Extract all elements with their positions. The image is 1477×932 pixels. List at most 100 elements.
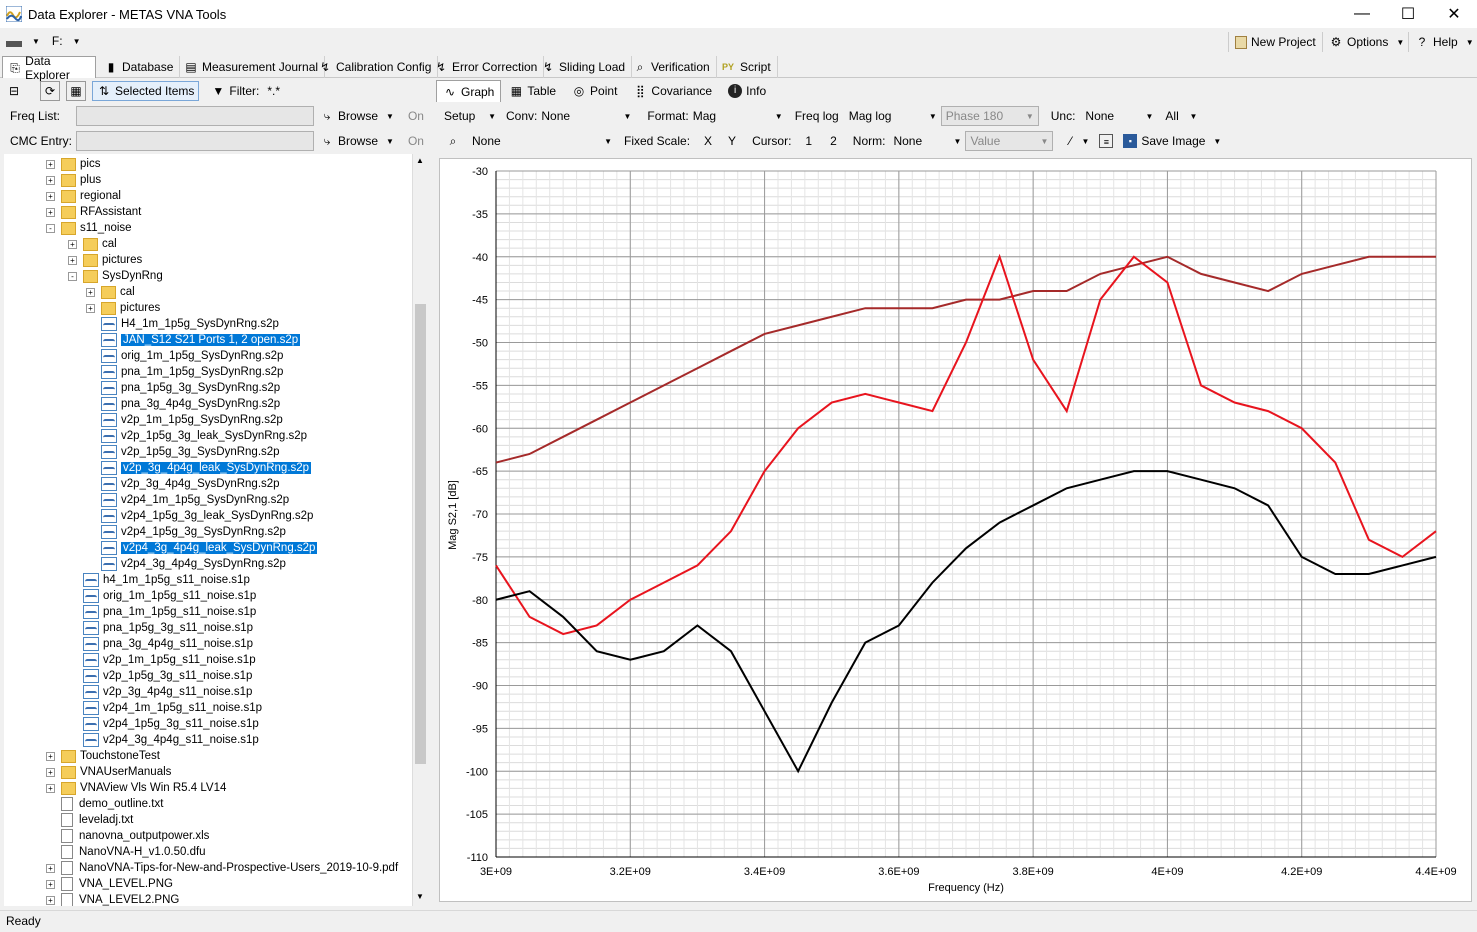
tree-node[interactable]: - SysDynRng: [68, 268, 163, 284]
tree-node[interactable]: NanoVNA-H_v1.0.50.dfu: [46, 844, 206, 860]
tab-sliding-load[interactable]: ↯ Sliding Load: [535, 56, 633, 78]
tree-node[interactable]: + cal: [86, 284, 135, 300]
expand-icon[interactable]: +: [46, 751, 55, 761]
freq-log-toggle[interactable]: Freq log: [795, 109, 839, 123]
collapse-icon[interactable]: -: [68, 271, 77, 281]
tree-node[interactable]: JAN_S12 S21 Ports 1, 2 open.s2p: [86, 332, 301, 348]
tree-node[interactable]: + pictures: [86, 300, 160, 316]
tree-node[interactable]: v2p4_1p5g_3g_s11_noise.s1p: [68, 716, 259, 732]
tree-node[interactable]: v2p4_1p5g_3g_leak_SysDynRng.s2p: [86, 508, 313, 524]
help-menu[interactable]: ? Help ▼: [1408, 32, 1474, 52]
tab-error-correction[interactable]: ↯ Error Correction: [428, 56, 545, 78]
chevron-down-icon[interactable]: ▼: [1081, 137, 1089, 146]
tree-node[interactable]: v2p_1m_1p5g_SysDynRng.s2p: [86, 412, 283, 428]
tab-covariance[interactable]: ⣿ Covariance: [625, 84, 720, 98]
freq-list-on-toggle[interactable]: On: [408, 109, 424, 123]
cmc-entry-browse-button[interactable]: ⤷ Browse ▼: [320, 134, 394, 148]
tree-node[interactable]: v2p4_1p5g_3g_SysDynRng.s2p: [86, 524, 286, 540]
close-button[interactable]: ✕: [1431, 0, 1477, 28]
tree-node[interactable]: + plus: [46, 172, 101, 188]
tree-node[interactable]: leveladj.txt: [46, 812, 133, 828]
tree-node[interactable]: v2p4_1m_1p5g_s11_noise.s1p: [68, 700, 262, 716]
filter-control[interactable]: ▼ Filter: *.*: [211, 84, 280, 98]
tree-node[interactable]: v2p_1p5g_3g_SysDynRng.s2p: [86, 444, 280, 460]
tab-calibration-config[interactable]: ↯ Calibration Config: [312, 56, 439, 78]
save-image-button[interactable]: ▪ Save Image ▼: [1123, 134, 1221, 148]
tree-node[interactable]: h4_1m_1p5g_s11_noise.s1p: [68, 572, 250, 588]
tree-node[interactable]: + pics: [46, 156, 100, 172]
tree-node[interactable]: pna_1p5g_3g_s11_noise.s1p: [68, 620, 253, 636]
expand-icon[interactable]: +: [46, 159, 55, 169]
tree-node[interactable]: orig_1m_1p5g_SysDynRng.s2p: [86, 348, 283, 364]
tree-node[interactable]: pna_3g_4p4g_s11_noise.s1p: [68, 636, 253, 652]
norm-dropdown[interactable]: None ▼: [889, 131, 965, 151]
scale-icon[interactable]: ⁄: [1063, 134, 1077, 148]
tree-node[interactable]: - s11_noise: [46, 220, 132, 236]
expand-icon[interactable]: +: [46, 767, 55, 777]
tree-node[interactable]: + VNA_LEVEL2.PNG: [46, 892, 179, 906]
tree-node[interactable]: orig_1m_1p5g_s11_noise.s1p: [68, 588, 256, 604]
refresh-icon[interactable]: ⟳: [40, 81, 60, 101]
mag-log-dropdown[interactable]: Mag log ▼: [845, 106, 941, 126]
tree-node[interactable]: v2p_1p5g_3g_leak_SysDynRng.s2p: [86, 428, 307, 444]
expand-icon[interactable]: +: [46, 895, 55, 905]
tree-node[interactable]: demo_outline.txt: [46, 796, 163, 812]
phase-dropdown[interactable]: Phase 180 ▼: [940, 106, 1039, 126]
graph-panel[interactable]: -30 -35 -40 -45 -50 -55 -60 -65 -70 -75 -80 -85 -90 -…: [439, 158, 1472, 902]
tree-node[interactable]: + VNA_LEVEL.PNG: [46, 876, 173, 892]
tree-node[interactable]: + TouchstoneTest: [46, 748, 160, 764]
collapse-icon[interactable]: -: [46, 223, 55, 233]
tree-node[interactable]: pna_1p5g_3g_SysDynRng.s2p: [86, 380, 280, 396]
expand-icon[interactable]: +: [68, 239, 77, 249]
file-tree[interactable]: + pics + plus + regional + RFAssistant - s11_nois…: [4, 154, 412, 906]
expand-icon[interactable]: +: [46, 783, 55, 793]
fixed-scale-y-toggle[interactable]: Y: [728, 134, 736, 148]
tree-node[interactable]: H4_1m_1p5g_SysDynRng.s2p: [86, 316, 279, 332]
cmc-entry-field[interactable]: [76, 131, 314, 151]
minimize-button[interactable]: —: [1339, 0, 1385, 28]
tree-node[interactable]: v2p4_3g_4p4g_leak_SysDynRng.s2p: [86, 540, 318, 556]
tab-point[interactable]: ◎ Point: [564, 84, 625, 98]
scroll-thumb[interactable]: [415, 304, 426, 764]
tree-node[interactable]: v2p_1m_1p5g_s11_noise.s1p: [68, 652, 256, 668]
tree-node[interactable]: v2p_3g_4p4g_SysDynRng.s2p: [86, 476, 280, 492]
conv-dropdown[interactable]: None ▼: [537, 106, 635, 126]
expand-icon[interactable]: +: [46, 175, 55, 185]
format-dropdown[interactable]: Mag ▼: [689, 106, 787, 126]
tree-node[interactable]: nanovna_outputpower.xls: [46, 828, 209, 844]
tree-node[interactable]: + pictures: [68, 252, 142, 268]
tab-database[interactable]: ▮ Database: [98, 56, 181, 78]
expand-icon[interactable]: +: [68, 255, 77, 265]
tab-measurement-journal[interactable]: ▤ Measurement Journal: [178, 56, 326, 78]
expand-icon[interactable]: +: [86, 287, 95, 297]
tree-node[interactable]: + NanoVNA-Tips-for-New-and-Prospective-Us…: [46, 860, 398, 876]
cmc-entry-on-toggle[interactable]: On: [408, 134, 424, 148]
tree-node[interactable]: v2p4_3g_4p4g_SysDynRng.s2p: [86, 556, 286, 572]
fixed-scale-x-toggle[interactable]: X: [704, 134, 712, 148]
tree-node[interactable]: v2p_3g_4p4g_leak_SysDynRng.s2p: [86, 460, 312, 476]
setup-menu[interactable]: Setup ▼: [440, 106, 500, 126]
freq-list-browse-button[interactable]: ⤷ Browse ▼: [320, 109, 394, 123]
cursor-2-toggle[interactable]: 2: [830, 134, 837, 148]
tree-scrollbar[interactable]: ▲ ▼: [412, 154, 428, 906]
tree-node[interactable]: + VNAUserManuals: [46, 764, 171, 780]
expand-icon[interactable]: +: [46, 191, 55, 201]
maximize-button[interactable]: ☐: [1385, 0, 1431, 28]
trace-dropdown[interactable]: None ▼: [468, 131, 616, 151]
tab-info[interactable]: i Info: [720, 84, 774, 98]
tab-script[interactable]: PY Script: [714, 56, 778, 78]
expand-icon[interactable]: +: [46, 863, 55, 873]
cursor-1-toggle[interactable]: 1: [805, 134, 812, 148]
tree-node[interactable]: + regional: [46, 188, 121, 204]
s21-magnitude-chart[interactable]: -30 -35 -40 -45 -50 -55 -60 -65 -70 -75 -80 -85 -90 -…: [440, 159, 1473, 903]
tab-data-explorer[interactable]: ⎘ Data Explorer: [2, 54, 96, 82]
norm-value-dropdown[interactable]: Value ▼: [965, 131, 1054, 151]
list-icon[interactable]: ≡: [1099, 134, 1114, 148]
options-menu[interactable]: ⚙ Options ▼: [1322, 32, 1404, 52]
tab-graph[interactable]: ∿ Graph: [436, 80, 502, 102]
tab-table[interactable]: ▦ Table: [501, 84, 564, 98]
scroll-down-icon[interactable]: ▼: [416, 892, 424, 901]
unc-dropdown[interactable]: None ▼: [1081, 106, 1157, 126]
tree-node[interactable]: + VNAView Vls Win R5.4 LV14: [46, 780, 226, 796]
selected-items-toggle[interactable]: ⇅ Selected Items: [92, 81, 200, 101]
